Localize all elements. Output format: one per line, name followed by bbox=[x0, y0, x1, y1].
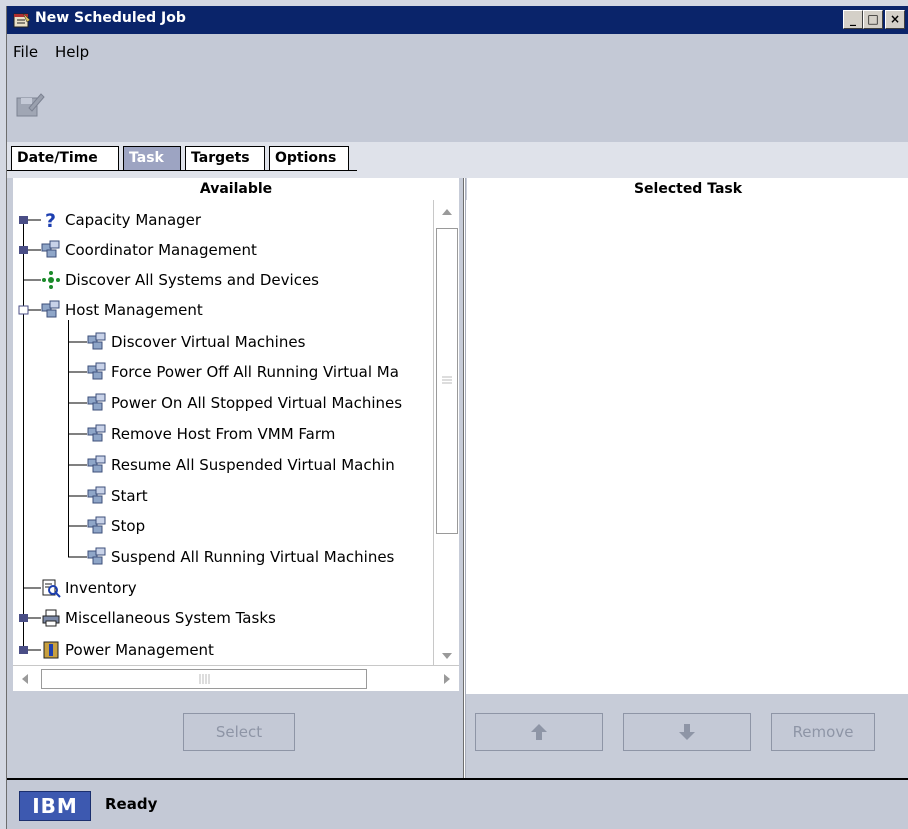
horizontal-scroll-thumb[interactable] bbox=[41, 669, 367, 689]
tree-item-coordinator-management[interactable]: Coordinator Management bbox=[41, 235, 257, 265]
minimize-button[interactable]: _ bbox=[843, 10, 863, 29]
tree-item-label: Miscellaneous System Tasks bbox=[65, 609, 276, 627]
vertical-scroll-thumb[interactable] bbox=[436, 228, 458, 534]
tree-item-label: Capacity Manager bbox=[65, 211, 202, 229]
move-down-button[interactable] bbox=[623, 713, 751, 751]
grip-icon bbox=[442, 376, 452, 384]
network-icon bbox=[87, 332, 106, 350]
status-text: Ready bbox=[105, 795, 158, 813]
grip-icon bbox=[199, 674, 210, 684]
title-bar[interactable]: New Scheduled Job _ □ × bbox=[7, 6, 908, 34]
tab-task[interactable]: Task bbox=[123, 146, 181, 170]
discover-icon bbox=[42, 271, 60, 289]
tree-item-capacity-manager[interactable]: ? Capacity Manager bbox=[41, 205, 201, 235]
network-icon bbox=[41, 300, 60, 318]
scheduled-job-window: New Scheduled Job _ □ × File Help Date/T… bbox=[6, 6, 908, 829]
tab-targets[interactable]: Targets bbox=[185, 146, 265, 170]
tree-item-stop[interactable]: Stop bbox=[87, 511, 145, 541]
tree-item-label: Start bbox=[111, 487, 148, 505]
network-icon bbox=[87, 393, 106, 411]
tree-item-label: Stop bbox=[111, 517, 146, 535]
tree-item-power-on-stopped[interactable]: Power On All Stopped Virtual Machines bbox=[87, 388, 402, 418]
tree-horizontal-scrollbar[interactable] bbox=[13, 665, 459, 691]
tree-item-label: Remove Host From VMM Farm bbox=[111, 425, 336, 443]
tree-item-label: Suspend All Running Virtual Machines bbox=[111, 548, 395, 566]
scheduler-app-icon bbox=[13, 12, 31, 28]
move-up-button[interactable] bbox=[475, 713, 603, 751]
tree-item-label: Discover Virtual Machines bbox=[111, 333, 306, 351]
menu-file[interactable]: File bbox=[13, 43, 38, 61]
select-button[interactable]: Select bbox=[183, 713, 295, 751]
tree-item-label: Power Management bbox=[65, 641, 214, 659]
scroll-up-icon[interactable] bbox=[442, 208, 452, 216]
tree-item-suspend-running[interactable]: Suspend All Running Virtual Machines bbox=[87, 542, 394, 572]
question-icon: ? bbox=[45, 210, 56, 230]
svg-text:?: ? bbox=[45, 210, 56, 230]
tree-item-remove-host[interactable]: Remove Host From VMM Farm bbox=[87, 419, 335, 449]
arrow-down-icon bbox=[679, 724, 695, 740]
tree-item-label: Discover All Systems and Devices bbox=[65, 271, 319, 289]
network-icon bbox=[87, 455, 106, 473]
close-button[interactable]: × bbox=[885, 10, 905, 29]
tree-item-start[interactable]: Start bbox=[87, 481, 148, 511]
tree-item-discover-all[interactable]: Discover All Systems and Devices bbox=[41, 265, 319, 295]
available-task-tree[interactable]: ? Capacity Manager Coordinator Managemen… bbox=[13, 200, 433, 665]
scroll-down-icon[interactable] bbox=[442, 652, 452, 660]
scroll-right-icon[interactable] bbox=[443, 674, 451, 684]
network-icon bbox=[41, 240, 60, 258]
tree-item-label: Host Management bbox=[65, 301, 203, 319]
tree-item-label: Force Power Off All Running Virtual Ma bbox=[111, 363, 399, 381]
tab-options[interactable]: Options bbox=[269, 146, 349, 170]
status-bar: IBM Ready bbox=[7, 778, 908, 829]
tree-item-inventory[interactable]: Inventory bbox=[41, 573, 137, 603]
save-icon[interactable] bbox=[15, 90, 45, 120]
power-icon bbox=[43, 641, 59, 659]
tab-date-time[interactable]: Date/Time bbox=[11, 146, 119, 170]
tree-vertical-scrollbar[interactable] bbox=[433, 200, 459, 665]
menu-help[interactable]: Help bbox=[55, 43, 89, 61]
tree-item-force-power-off[interactable]: Force Power Off All Running Virtual Ma bbox=[87, 357, 399, 387]
menu-bar: File Help bbox=[7, 34, 908, 71]
tree-item-label: Resume All Suspended Virtual Machin bbox=[111, 456, 395, 474]
tree-item-label: Coordinator Management bbox=[65, 241, 257, 259]
printer-icon bbox=[42, 609, 60, 627]
ibm-logo: IBM bbox=[19, 791, 91, 821]
tab-underline bbox=[7, 170, 357, 171]
tab-strip: Date/Time Task Targets Options bbox=[7, 142, 908, 178]
network-icon bbox=[87, 424, 106, 442]
selected-task-header: Selected Task bbox=[467, 178, 908, 200]
network-icon bbox=[87, 547, 106, 565]
tree-item-power-management[interactable]: Power Management bbox=[41, 635, 214, 665]
tree-item-host-management[interactable]: Host Management bbox=[41, 295, 203, 325]
available-header: Available bbox=[13, 178, 459, 200]
arrow-up-icon bbox=[531, 724, 547, 740]
remove-button[interactable]: Remove bbox=[771, 713, 875, 751]
tree-item-resume-suspended[interactable]: Resume All Suspended Virtual Machin bbox=[87, 450, 395, 480]
toolbar bbox=[7, 70, 908, 143]
tree-item-discover-vms[interactable]: Discover Virtual Machines bbox=[87, 327, 305, 357]
network-icon bbox=[87, 486, 106, 504]
window-title: New Scheduled Job bbox=[35, 10, 186, 26]
maximize-button[interactable]: □ bbox=[863, 10, 883, 29]
network-icon bbox=[87, 516, 106, 534]
inventory-icon bbox=[42, 579, 61, 598]
scroll-left-icon[interactable] bbox=[21, 674, 29, 684]
tree-item-label: Power On All Stopped Virtual Machines bbox=[111, 394, 403, 412]
selected-task-list[interactable] bbox=[466, 200, 908, 694]
tree-item-misc-system-tasks[interactable]: Miscellaneous System Tasks bbox=[41, 603, 276, 633]
network-icon bbox=[87, 362, 106, 380]
tree-item-label: Inventory bbox=[65, 579, 137, 597]
